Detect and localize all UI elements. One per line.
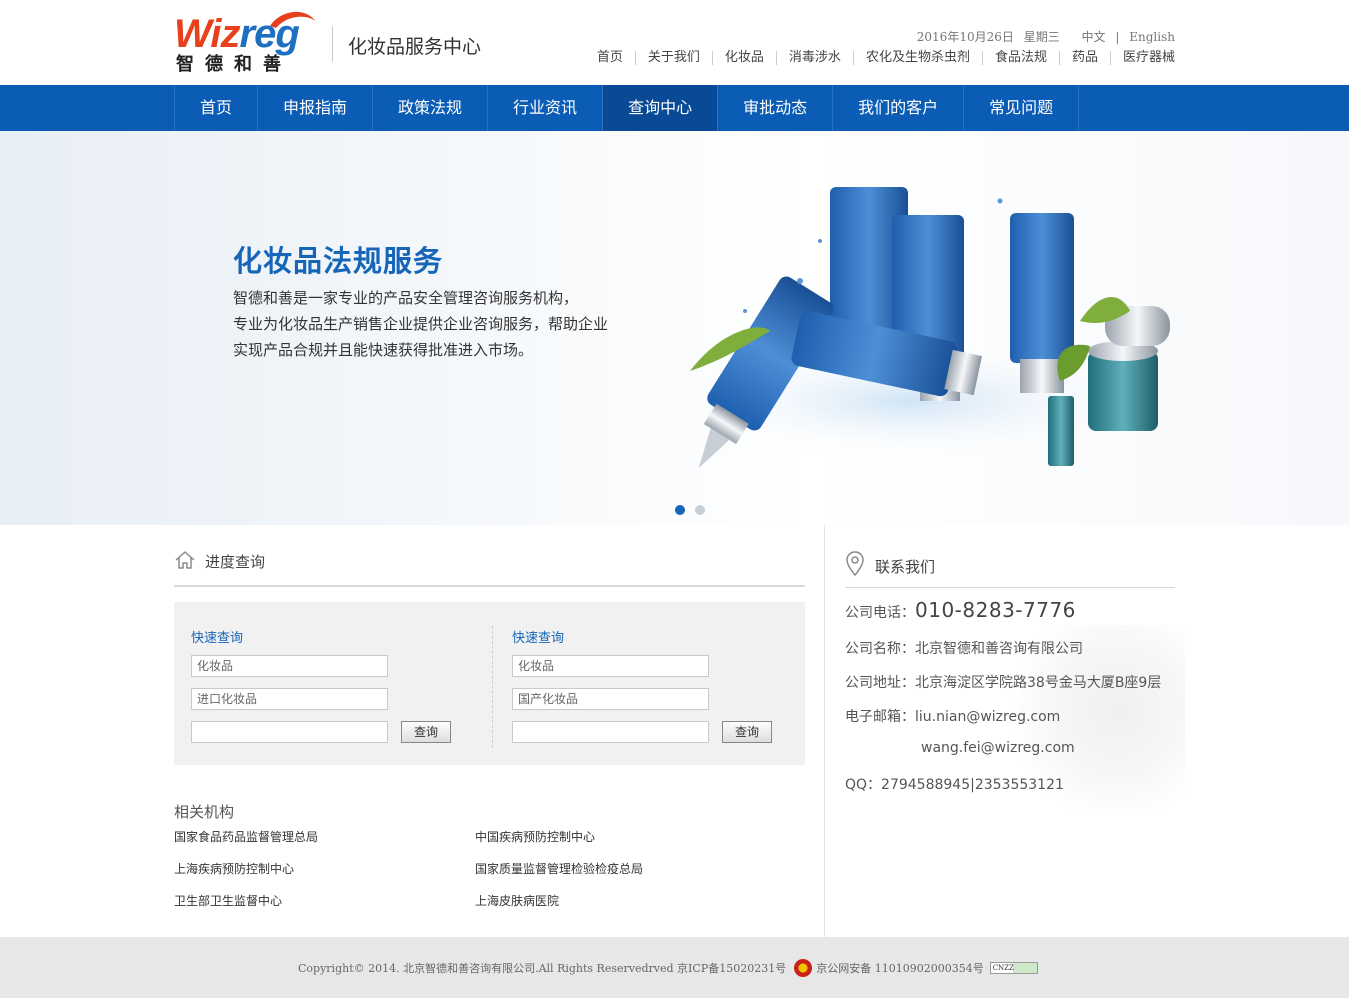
quick-query-label: 快速查询 <box>512 631 565 646</box>
qq-label: QQ： <box>845 777 882 793</box>
phone-number: 010-8283-7776 <box>915 598 1076 622</box>
contact-header: 联系我们 <box>845 550 1175 588</box>
footer: Copyright© 2014. 北京智德和善咨询有限公司.All Rights… <box>0 937 1349 998</box>
progress-title: 进度查询 <box>205 553 266 571</box>
address-label: 公司地址： <box>845 675 915 691</box>
top-nav-disinfection[interactable]: 消毒涉水 <box>775 51 853 65</box>
org-link[interactable]: 中国疾病预防控制中心 <box>475 828 595 845</box>
police-record-text[interactable]: 京公网安备 11010902000354号 <box>816 960 983 976</box>
query-keyword-input[interactable] <box>512 721 709 743</box>
hero-banner[interactable]: 化妆品法规服务 智德和善是一家专业的产品安全管理咨询服务机构， 专业为化妆品生产… <box>0 131 1349 525</box>
main-nav-news[interactable]: 行业资讯 <box>488 85 604 131</box>
logo-wordmark: Wizreg <box>174 12 300 56</box>
logo-chinese: 智德和善 <box>176 54 292 75</box>
company-address: 北京海淀区学院路38号金马大厦B座9层 <box>915 675 1162 691</box>
contact-phone: 公司电话：010-8283-7776 <box>845 598 1076 622</box>
progress-header: 进度查询 <box>174 547 805 587</box>
main-nav-approvals[interactable]: 审批动态 <box>718 85 834 131</box>
contact-title: 联系我们 <box>875 558 936 576</box>
home-icon <box>175 551 195 569</box>
lang-chinese-link[interactable]: 中文 <box>1082 30 1106 44</box>
company-label: 公司名称： <box>845 641 915 657</box>
contact-section: 联系我们 公司电话：010-8283-7776 公司名称：北京智德和善咨询有限公… <box>845 525 1185 937</box>
query-divider <box>492 626 493 748</box>
email-address-1[interactable]: liu.nian@wizreg.com <box>915 709 1060 725</box>
carousel-dots <box>675 505 715 515</box>
query-type-field[interactable]: 进口化妆品 <box>191 688 388 710</box>
top-nav-cosmetics[interactable]: 化妆品 <box>711 51 776 65</box>
site-logo[interactable]: Wizreg 智德和善 <box>174 10 324 75</box>
top-nav-food-regulations[interactable]: 食品法规 <box>981 51 1059 65</box>
top-nav-about[interactable]: 关于我们 <box>634 51 712 65</box>
quick-query-import: 快速查询 化妆品 进口化妆品 查询 <box>191 602 491 765</box>
query-type-field[interactable]: 国产化妆品 <box>512 688 709 710</box>
top-meta: 2016年10月26日 星期三 中文 | English <box>911 28 1175 45</box>
query-category-field[interactable]: 化妆品 <box>512 655 709 677</box>
lang-separator: | <box>1115 30 1120 44</box>
column-divider <box>824 525 825 937</box>
main-nav-guide[interactable]: 申报指南 <box>258 85 374 131</box>
current-weekday: 星期三 <box>1023 30 1060 44</box>
org-link[interactable]: 国家食品药品监督管理总局 <box>174 828 318 845</box>
query-keyword-input[interactable] <box>191 721 388 743</box>
header-divider <box>332 26 333 62</box>
carousel-dot-2[interactable] <box>695 505 705 515</box>
top-nav-medical-devices[interactable]: 医疗器械 <box>1109 51 1175 65</box>
query-button[interactable]: 查询 <box>401 721 451 743</box>
site-title: 化妆品服务中心 <box>348 36 482 58</box>
copyright-text: Copyright© 2014. 北京智德和善咨询有限公司.All Rights… <box>298 962 787 975</box>
main-nav-query-center[interactable]: 查询中心 <box>603 85 719 131</box>
contact-email-2: wang.fei@wizreg.com <box>921 740 1075 756</box>
email-address-2[interactable]: wang.fei@wizreg.com <box>921 740 1075 756</box>
top-nav-drugs[interactable]: 药品 <box>1058 51 1110 65</box>
qq-numbers: 2794588945|2353553121 <box>881 777 1064 793</box>
quick-query-box: 快速查询 化妆品 进口化妆品 查询 快速查询 化妆品 国产化妆品 查询 <box>174 602 805 765</box>
query-category-field[interactable]: 化妆品 <box>191 655 388 677</box>
banner-line: 实现产品合规并且能快速获得批准进入市场。 <box>233 341 534 359</box>
header: Wizreg 智德和善 化妆品服务中心 2016年10月26日 星期三 中文 |… <box>0 0 1349 85</box>
quick-query-domestic: 快速查询 化妆品 国产化妆品 查询 <box>512 602 812 765</box>
lang-english-link[interactable]: English <box>1129 30 1175 44</box>
banner-line: 专业为化妆品生产销售企业提供企业咨询服务，帮助企业 <box>233 315 609 333</box>
cnzz-stats-badge[interactable]: CNZZ <box>989 962 1038 974</box>
main-nav-clients[interactable]: 我们的客户 <box>833 85 965 131</box>
carousel-dot-1[interactable] <box>675 505 685 515</box>
banner-description: 智德和善是一家专业的产品安全管理咨询服务机构， 专业为化妆品生产销售企业提供企业… <box>233 285 653 363</box>
cosmetic-products-image <box>660 187 1170 468</box>
top-nav-pesticides[interactable]: 农化及生物杀虫剂 <box>852 51 982 65</box>
location-pin-icon <box>846 551 864 577</box>
contact-email: 电子邮箱：liu.nian@wizreg.com <box>845 706 1060 726</box>
top-nav-home[interactable]: 首页 <box>585 51 635 65</box>
footer-text: Copyright© 2014. 北京智德和善咨询有限公司.All Rights… <box>298 959 1038 977</box>
police-emblem-icon <box>794 959 813 977</box>
top-nav: 首页 关于我们 化妆品 消毒涉水 农化及生物杀虫剂 食品法规 药品 医疗器械 <box>585 51 1175 65</box>
org-link[interactable]: 卫生部卫生监督中心 <box>174 892 282 909</box>
email-label: 电子邮箱： <box>845 709 915 725</box>
related-orgs-title: 相关机构 <box>174 803 235 821</box>
main-nav-policy[interactable]: 政策法规 <box>373 85 489 131</box>
quick-query-label: 快速查询 <box>191 631 244 646</box>
current-date: 2016年10月26日 <box>916 30 1014 44</box>
org-link[interactable]: 国家质量监督管理检验检疫总局 <box>475 860 643 877</box>
company-name: 北京智德和善咨询有限公司 <box>915 641 1083 657</box>
banner-title: 化妆品法规服务 <box>233 244 444 278</box>
org-link[interactable]: 上海疾病预防控制中心 <box>174 860 294 877</box>
contact-qq: QQ：2794588945|2353553121 <box>845 774 1064 794</box>
main-nav-faq[interactable]: 常见问题 <box>964 85 1080 131</box>
contact-address: 公司地址：北京海淀区学院路38号金马大厦B座9层 <box>845 672 1161 692</box>
org-link[interactable]: 上海皮肤病医院 <box>475 892 559 909</box>
main-nav-home[interactable]: 首页 <box>175 85 259 131</box>
contact-company: 公司名称：北京智德和善咨询有限公司 <box>845 638 1083 658</box>
main-nav: 首页 申报指南 政策法规 行业资讯 查询中心 审批动态 我们的客户 常见问题 <box>0 85 1349 131</box>
banner-line: 智德和善是一家专业的产品安全管理咨询服务机构， <box>233 289 579 307</box>
query-button[interactable]: 查询 <box>722 721 772 743</box>
phone-label: 公司电话： <box>845 605 915 621</box>
